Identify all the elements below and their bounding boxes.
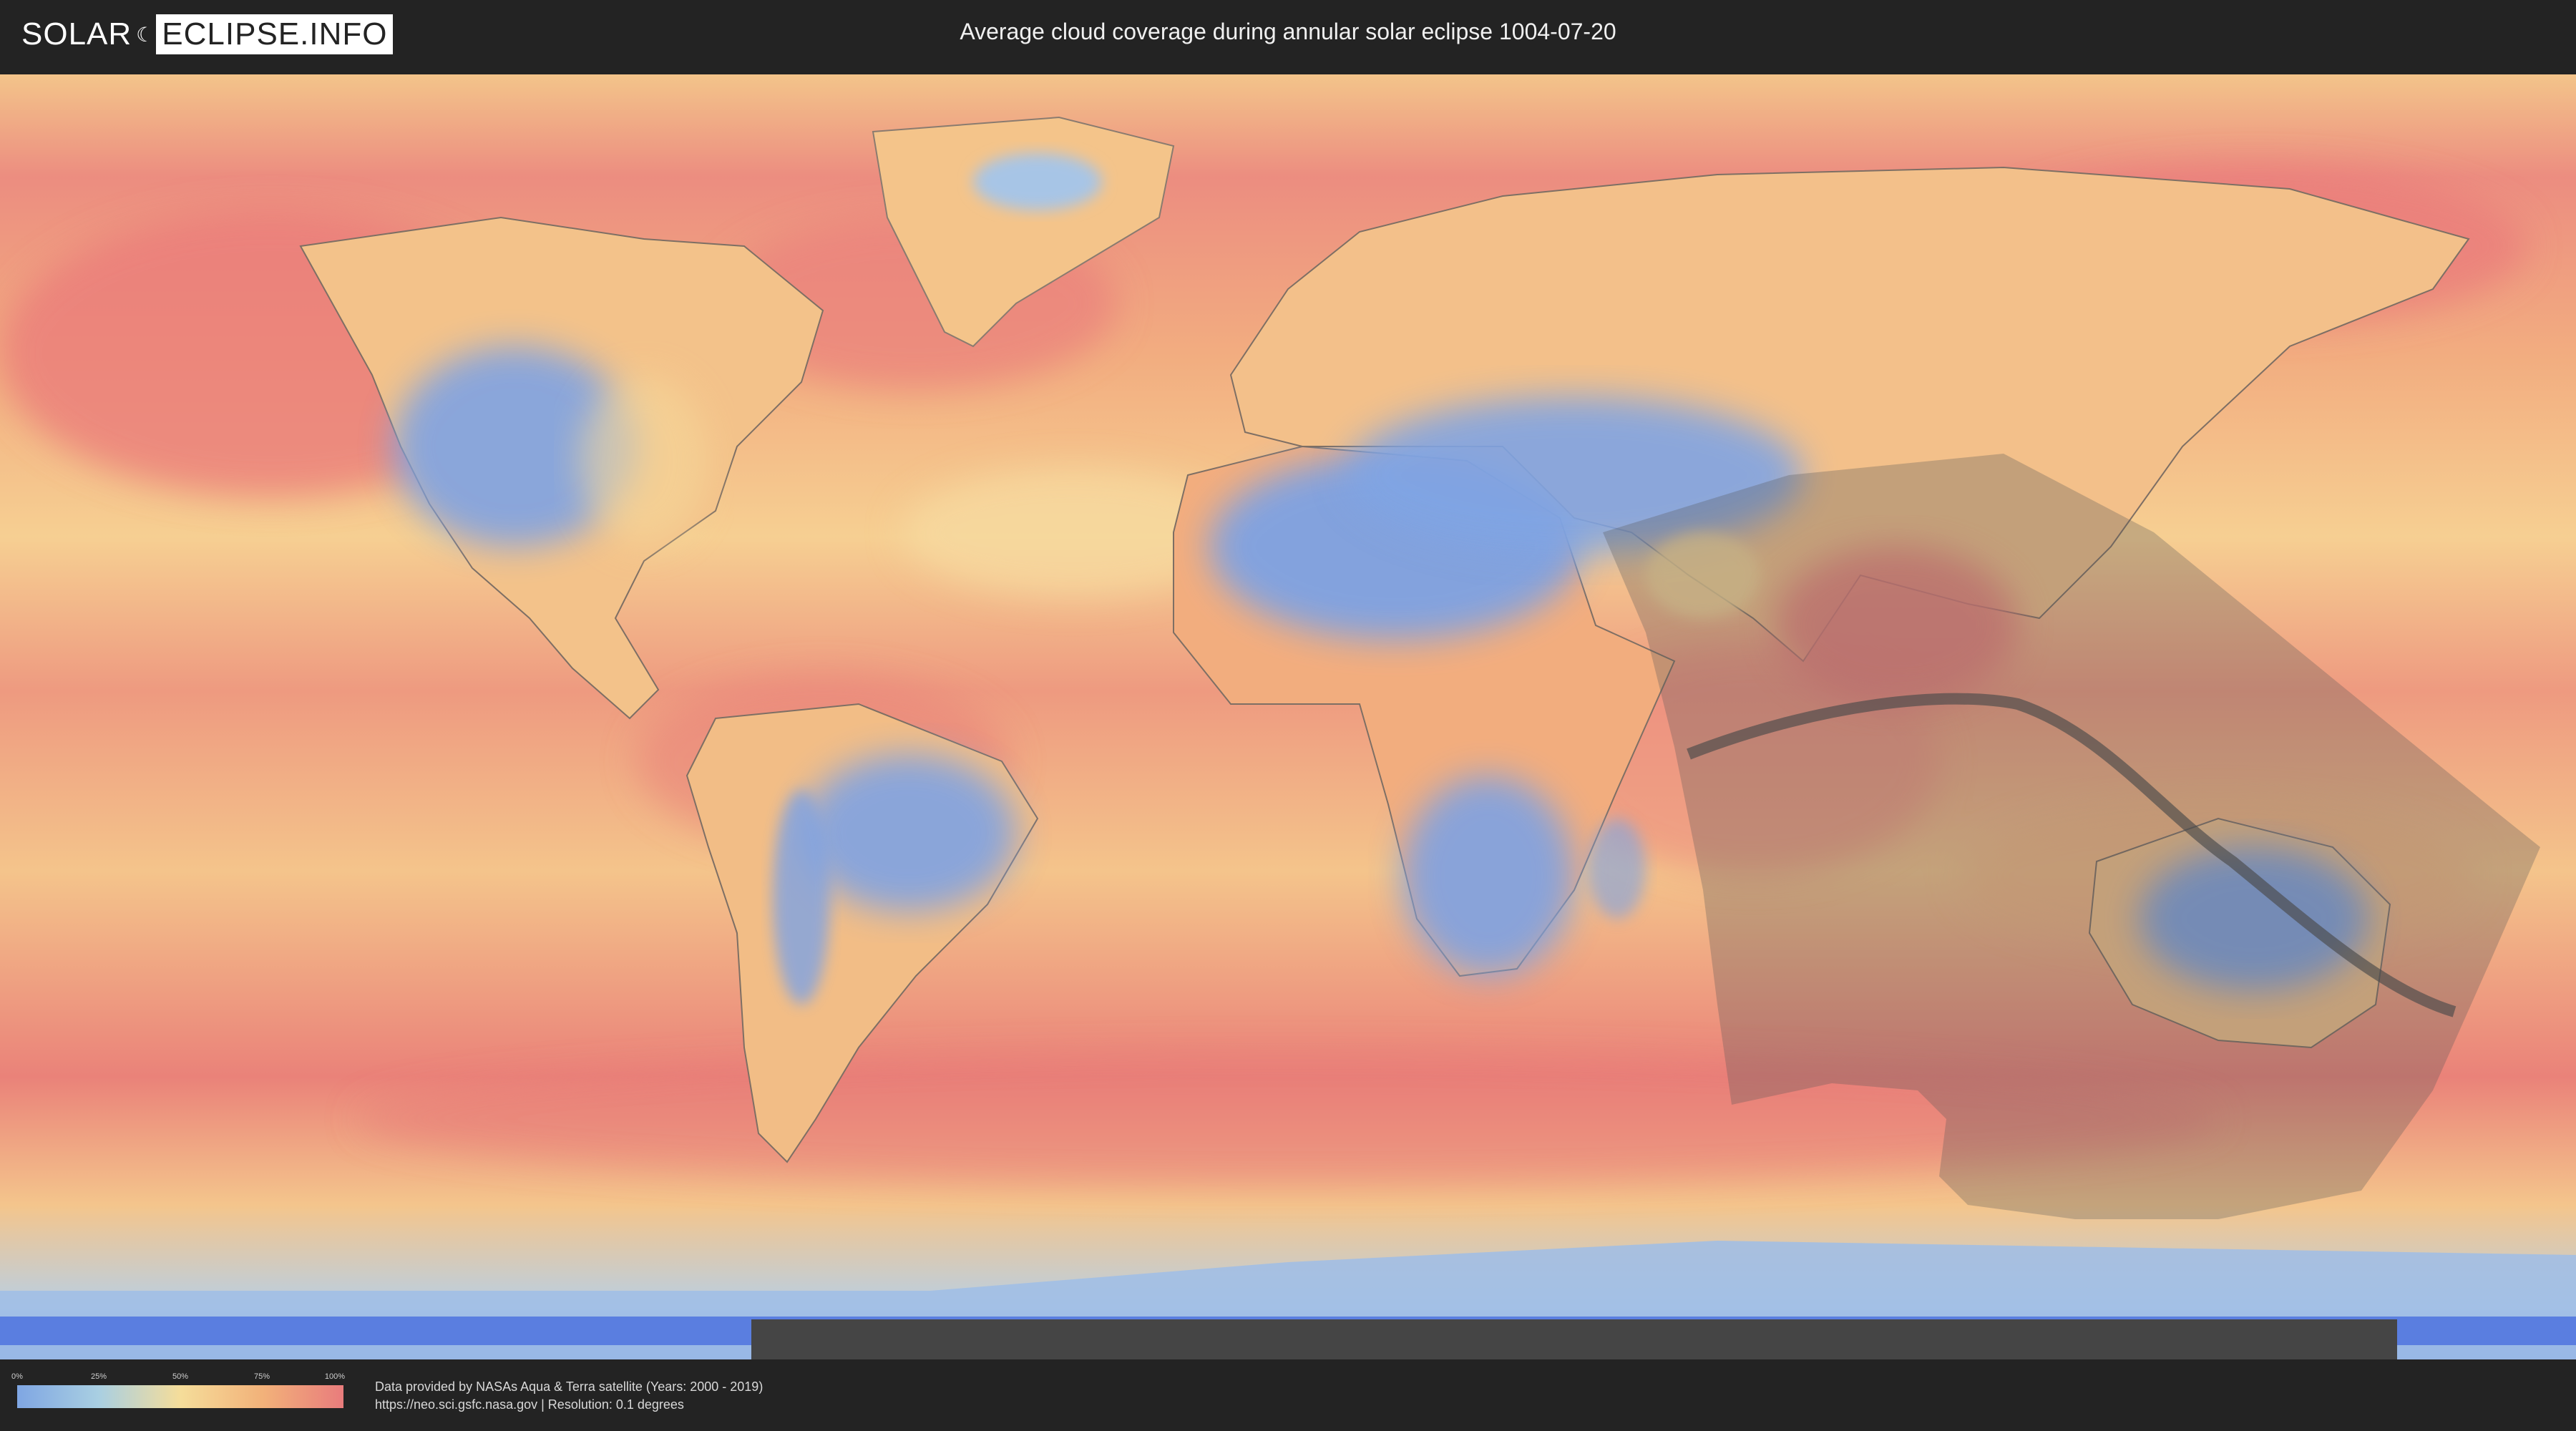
credit-line-1: Data provided by NASAs Aqua & Terra sate… xyxy=(375,1379,763,1394)
cloud-coverage-legend: 0% 25% 50% 75% 100% xyxy=(11,1372,346,1408)
credit-line-2: https://neo.sci.gsfc.nasa.gov | Resoluti… xyxy=(375,1397,684,1412)
data-credits: Data provided by NASAs Aqua & Terra sate… xyxy=(375,1378,763,1414)
cloud-coverage-map[interactable] xyxy=(0,74,2576,1359)
legend-tick-75: 75% xyxy=(253,1372,270,1381)
header-bar: SOLAR ☾ ECLIPSE.INFO Average cloud cover… xyxy=(0,0,2576,72)
no-data-region xyxy=(751,1319,2397,1359)
map-canvas xyxy=(0,74,2576,1359)
legend-color-scale xyxy=(17,1385,343,1408)
legend-tick-25: 25% xyxy=(90,1372,107,1381)
legend-tick-100: 100% xyxy=(324,1372,346,1381)
page-title: Average cloud coverage during annular so… xyxy=(960,19,1616,44)
legend-tick-0: 0% xyxy=(11,1372,23,1381)
legend-tick-50: 50% xyxy=(172,1372,189,1381)
legend-ticks: 0% 25% 50% 75% 100% xyxy=(11,1372,346,1385)
footer-bar: 0% 25% 50% 75% 100% Data provided by NAS… xyxy=(0,1359,2576,1431)
